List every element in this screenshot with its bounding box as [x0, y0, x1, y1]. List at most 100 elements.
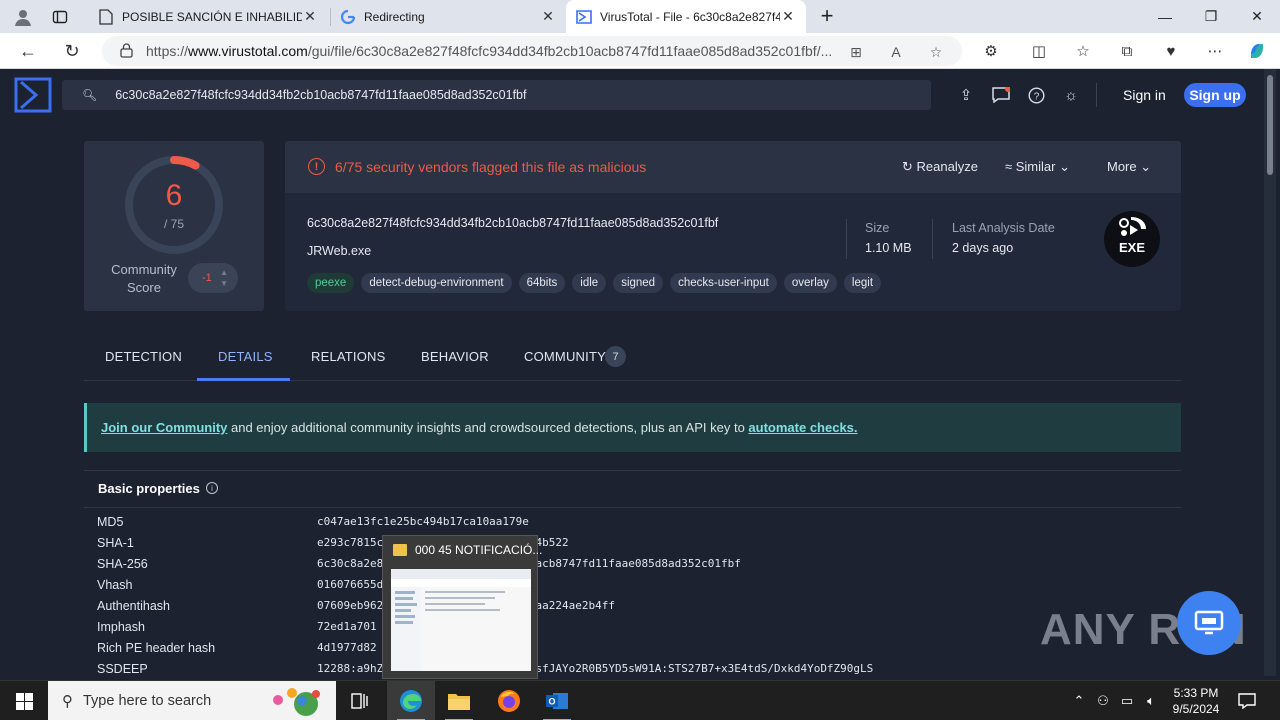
windows-logo-icon [15, 692, 33, 710]
performance-icon[interactable]: ♥ [1160, 40, 1182, 62]
tab-posible-sancion[interactable]: POSIBLE SANCIÓN E INHABILIDAD ✕ [88, 0, 328, 33]
split-screen-icon[interactable]: ◫ [1028, 40, 1050, 62]
tag[interactable]: checks-user-input [670, 273, 777, 293]
property-value[interactable]: 4d1977d82 [317, 641, 377, 654]
reload-button[interactable]: ↻ [58, 37, 86, 65]
help-icon[interactable]: ? [1026, 85, 1046, 105]
tag-list: peexe detect-debug-environment 64bits id… [307, 273, 882, 293]
chevron-up-icon[interactable]: ⌃ [1070, 693, 1088, 709]
close-icon[interactable]: ✕ [780, 8, 796, 25]
property-key: Authentihash [97, 599, 170, 613]
info-icon[interactable]: i [206, 482, 218, 494]
new-tab-button[interactable]: + [814, 3, 840, 29]
tab-details[interactable]: DETAILS [218, 349, 273, 364]
tab-redirecting[interactable]: Redirecting ✕ [330, 0, 566, 33]
tab-actions-icon[interactable] [50, 7, 70, 27]
meet-now-icon[interactable]: ⚇ [1094, 693, 1112, 709]
more-button[interactable]: More ⌄ [1107, 159, 1151, 175]
url-text: https://www.virustotal.com/gui/file/6c30… [146, 43, 833, 59]
address-bar[interactable]: https://www.virustotal.com/gui/file/6c30… [102, 36, 962, 66]
minimize-button[interactable]: — [1142, 0, 1188, 33]
extensions-icon[interactable]: ⚙ [980, 40, 1002, 62]
theme-toggle-icon[interactable]: ☼ [1061, 85, 1081, 105]
task-view-button[interactable] [336, 681, 384, 720]
similar-button[interactable]: ≈ Similar ⌄ [1005, 159, 1070, 175]
community-score-value[interactable]: -1 ▲ ▼ [188, 263, 238, 293]
start-button[interactable] [0, 681, 48, 720]
more-menu-icon[interactable]: ⋯ [1204, 40, 1226, 62]
vote-arrows-icon[interactable]: ▲ ▼ [220, 267, 228, 289]
upload-icon[interactable]: ⇪ [956, 85, 976, 105]
tab-virustotal[interactable]: VirusTotal - File - 6c30c8a2e827f4 ✕ [566, 0, 806, 33]
property-value[interactable]: c047ae13fc1e25bc494b17ca10aa179e [317, 515, 529, 528]
favorite-star-icon[interactable]: ☆ [926, 42, 946, 62]
taskbar-firefox[interactable] [485, 681, 533, 720]
header-divider [1096, 83, 1097, 107]
join-community-link[interactable]: Join our Community [101, 420, 227, 435]
tag[interactable]: idle [572, 273, 607, 293]
taskbar-clock[interactable]: 5:33 PM 9/5/2024 [1168, 685, 1224, 717]
read-aloud-icon[interactable]: A [886, 42, 906, 62]
chat-icon[interactable] [991, 85, 1011, 105]
exe-file-type-icon: EXE [1104, 211, 1160, 267]
tab-relations[interactable]: RELATIONS [311, 349, 386, 364]
virustotal-logo-icon[interactable] [14, 77, 52, 113]
close-icon[interactable]: ✕ [540, 8, 556, 25]
tag[interactable]: overlay [783, 273, 837, 293]
tag[interactable]: 64bits [518, 273, 566, 293]
detection-summary-bar: ! 6/75 security vendors flagged this fil… [285, 141, 1181, 193]
profile-icon[interactable] [12, 6, 34, 28]
collections-icon[interactable]: ⧉ [1116, 40, 1138, 62]
tab-behavior[interactable]: BEHAVIOR [421, 349, 489, 364]
notification-icon[interactable] [1236, 691, 1258, 711]
tag[interactable]: signed [613, 273, 664, 293]
svg-text:?: ? [1033, 91, 1039, 102]
copilot-icon[interactable] [1246, 40, 1268, 62]
monitor-chat-icon [1194, 610, 1224, 635]
taskbar-file-explorer[interactable] [435, 681, 483, 720]
restore-button[interactable]: ❐ [1188, 0, 1234, 33]
app-available-icon[interactable]: ⊞ [846, 42, 866, 62]
browser-toolbar: ← ↻ https://www.virustotal.com/gui/file/… [0, 33, 1280, 69]
property-key: SHA-256 [97, 557, 148, 571]
page-scrollbar[interactable] [1264, 69, 1276, 676]
vt-header: 🔍︎ 6c30c8a2e827f48fcfc934dd34fb2cb10acb8… [4, 69, 1264, 121]
search-highlight-icon [266, 686, 330, 716]
clock-time: 5:33 PM [1173, 686, 1219, 700]
reanalyze-button[interactable]: ↻ Reanalyze [902, 159, 978, 175]
chat-support-button[interactable] [1177, 591, 1241, 655]
taskbar-thumbnail-preview[interactable]: 000 45 NOTIFICACIÓ... [382, 535, 542, 679]
file-name: JRWeb.exe [307, 244, 372, 258]
tag[interactable]: detect-debug-environment [361, 273, 512, 293]
section-divider [84, 470, 1181, 471]
favorites-icon[interactable]: ☆ [1072, 40, 1094, 62]
tag[interactable]: legit [843, 273, 882, 293]
tag[interactable]: peexe [307, 273, 355, 293]
property-row: Vhash 016076655d1b4ba05az47fz [97, 578, 1187, 599]
search-value: 6c30c8a2e827f48fcfc934dd34fb2cb10acb8747… [115, 88, 527, 102]
size-label: Size [865, 221, 890, 235]
automate-checks-link[interactable]: automate checks. [748, 420, 857, 435]
property-value[interactable]: 72ed1a701 [317, 620, 377, 633]
volume-icon[interactable]: 🔈︎ [1142, 693, 1160, 709]
section-divider [84, 507, 1181, 508]
tab-community[interactable]: COMMUNITY [524, 349, 606, 364]
sign-in-link[interactable]: Sign in [1123, 87, 1166, 103]
sign-up-button[interactable]: Sign up [1184, 83, 1246, 107]
network-icon[interactable]: ▭ [1118, 693, 1136, 709]
community-score-label: Community Score [111, 262, 177, 295]
svg-text:O: O [548, 697, 555, 707]
hash-search-input[interactable]: 🔍︎ 6c30c8a2e827f48fcfc934dd34fb2cb10acb8… [62, 80, 931, 110]
chevron-down-icon: ⌄ [1140, 159, 1152, 174]
thumbnail-title: 000 45 NOTIFICACIÓ... [415, 543, 543, 557]
info-divider [932, 219, 933, 259]
close-window-button[interactable]: ✕ [1234, 0, 1280, 33]
back-button[interactable]: ← [14, 37, 42, 65]
taskbar-edge[interactable] [387, 681, 435, 720]
tab-detection[interactable]: DETECTION [105, 349, 182, 364]
close-icon[interactable]: ✕ [302, 8, 318, 25]
taskbar-search-input[interactable]: ⚲ Type here to search [48, 681, 336, 720]
scrollbar-thumb[interactable] [1267, 75, 1273, 175]
document-icon [98, 8, 114, 25]
taskbar-outlook[interactable]: O [533, 681, 581, 720]
